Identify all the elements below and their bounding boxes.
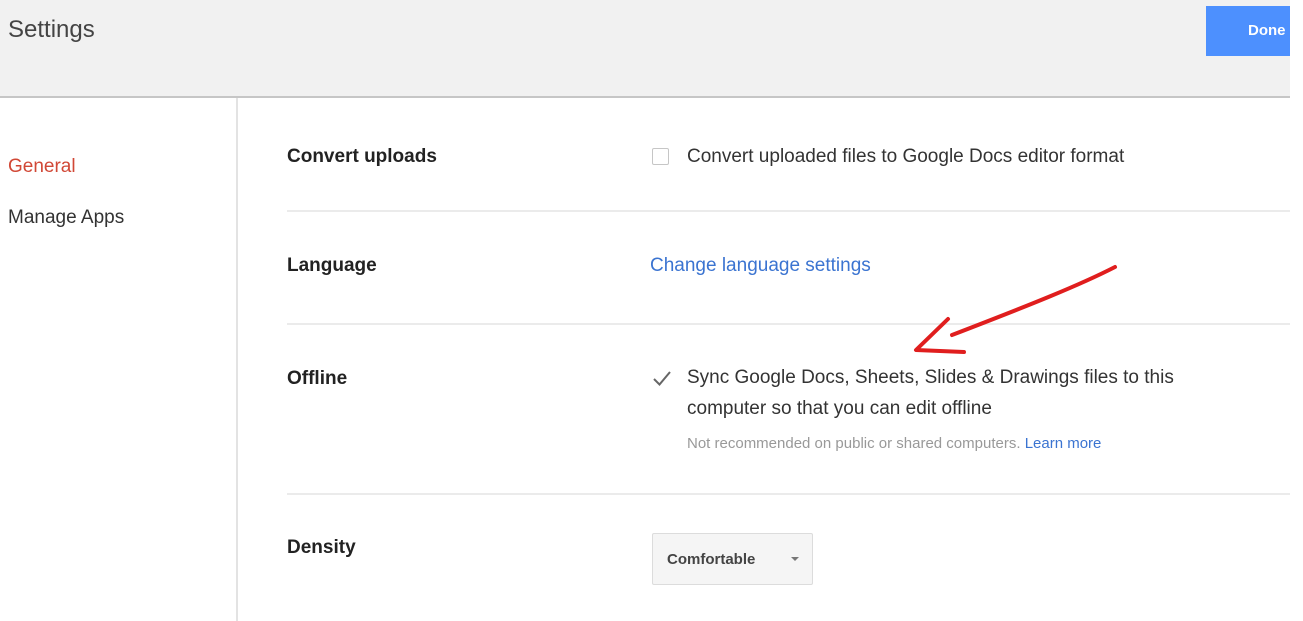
offline-label: Offline (287, 368, 348, 389)
row-divider (287, 323, 1290, 325)
sidebar-item-general[interactable]: General (8, 156, 76, 178)
convert-uploads-label: Convert uploads (287, 146, 437, 167)
language-label: Language (287, 255, 377, 276)
density-dropdown[interactable]: Comfortable (652, 533, 813, 585)
offline-warning-text: Not recommended on public or shared comp… (687, 435, 1021, 452)
row-divider (287, 210, 1290, 212)
page-title: Settings (8, 16, 95, 43)
density-label: Density (287, 537, 356, 558)
row-divider (287, 493, 1290, 495)
offline-note: Not recommended on public or shared comp… (687, 435, 1101, 452)
caret-down-icon (791, 557, 799, 561)
density-selected-value: Comfortable (667, 551, 756, 568)
checkmark-icon (653, 371, 671, 386)
red-arrow-annotation (914, 265, 1117, 354)
learn-more-link[interactable]: Learn more (1025, 435, 1102, 452)
convert-uploads-checkbox[interactable] (652, 148, 669, 165)
sidebar-divider (236, 98, 238, 621)
offline-sync-checkbox[interactable] (652, 369, 671, 386)
settings-header: Settings Done (0, 0, 1290, 98)
offline-sync-label-line2[interactable]: computer so that you can edit offline (687, 398, 992, 420)
window-edge (1290, 0, 1303, 621)
done-button[interactable]: Done (1206, 6, 1290, 56)
offline-sync-label-line1[interactable]: Sync Google Docs, Sheets, Slides & Drawi… (687, 367, 1174, 389)
convert-uploads-checkbox-label[interactable]: Convert uploaded files to Google Docs ed… (687, 146, 1124, 168)
change-language-link[interactable]: Change language settings (650, 255, 871, 277)
sidebar-item-manage-apps[interactable]: Manage Apps (8, 207, 124, 229)
